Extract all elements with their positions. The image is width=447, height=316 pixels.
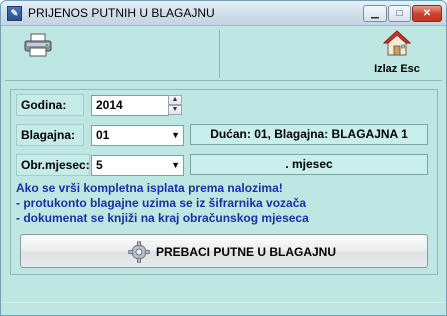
spin-up-icon[interactable]: ▲	[168, 95, 182, 105]
spin-down-icon[interactable]: ▼	[168, 105, 182, 115]
gear-icon	[128, 241, 150, 263]
note-line: Ako se vrši kompletna isplata prema nalo…	[16, 181, 283, 195]
mjesec-info: . mjesec	[190, 154, 428, 175]
transfer-button[interactable]: PREBACI PUTNE U BLAGAJNU	[20, 234, 428, 268]
mjesec-select[interactable]: 5 ▼	[91, 155, 184, 176]
godina-input[interactable]: 2014	[91, 95, 169, 116]
toolbar-separator	[219, 30, 220, 78]
status-bar	[1, 302, 446, 315]
notes: Ako se vrši kompletna isplata prema nalo…	[16, 181, 426, 226]
maximize-button[interactable]: □	[388, 5, 411, 22]
exit-label: Izlaz Esc	[374, 63, 420, 75]
godina-spinner[interactable]: ▲ ▼	[168, 95, 182, 116]
minimize-button[interactable]: ▁	[363, 5, 387, 22]
exit-button[interactable]: Izlaz Esc	[371, 30, 423, 76]
blagajna-select[interactable]: 01 ▼	[91, 125, 184, 146]
close-button[interactable]: ✕	[412, 5, 442, 22]
note-line: - protukonto blagajne uzima se iz šifrar…	[16, 196, 307, 210]
mjesec-value: 5	[96, 158, 103, 172]
note-line: - dokumenat se knjiži na kraj obračunsko…	[16, 211, 309, 225]
printer-icon[interactable]	[23, 33, 53, 57]
main-window: ✎ PRIJENOS PUTNIH U BLAGAJNU ▁ □ ✕ Izlaz…	[0, 0, 447, 316]
transfer-button-label: PREBACI PUTNE U BLAGAJNU	[156, 245, 337, 259]
blagajna-label: Blagajna:	[16, 124, 84, 146]
title-bar: ✎ PRIJENOS PUTNIH U BLAGAJNU ▁ □ ✕	[1, 1, 446, 26]
blagajna-info: Dućan: 01, Blagajna: BLAGAJNA 1	[190, 124, 428, 145]
window-title: PRIJENOS PUTNIH U BLAGAJNU	[28, 6, 215, 20]
form-panel: Godina: 2014 ▲ ▼ Blagajna: 01 ▼ Dućan: 0…	[10, 89, 438, 275]
mjesec-label: Obr.mjesec:	[16, 154, 90, 176]
chevron-down-icon[interactable]: ▼	[171, 126, 180, 145]
blagajna-value: 01	[96, 128, 110, 142]
toolbar: Izlaz Esc	[5, 28, 442, 81]
chevron-down-icon[interactable]: ▼	[171, 156, 180, 175]
home-icon	[383, 30, 411, 56]
godina-label: Godina:	[16, 94, 84, 116]
app-icon[interactable]: ✎	[7, 6, 22, 21]
